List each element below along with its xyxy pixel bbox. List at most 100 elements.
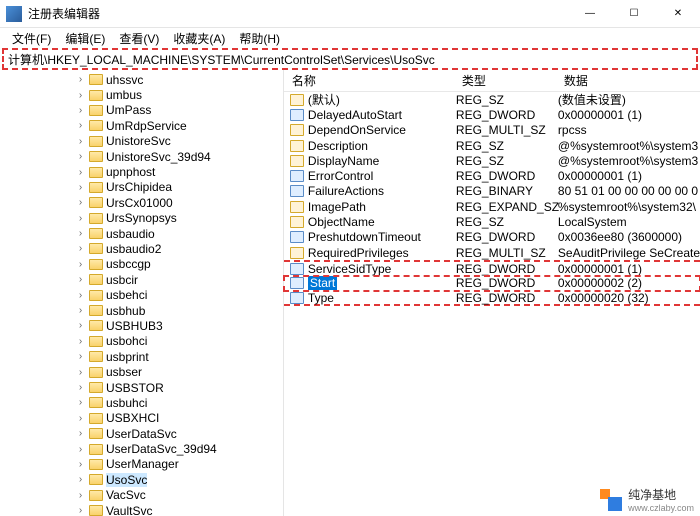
menu-item[interactable]: 查看(V)	[113, 30, 165, 47]
tree-item[interactable]: › usbser	[0, 364, 283, 379]
value-row[interactable]: DescriptionREG_SZ@%systemroot%\system3	[284, 138, 700, 153]
expand-icon[interactable]: ›	[75, 243, 86, 254]
expand-icon[interactable]: ›	[75, 428, 86, 439]
value-row[interactable]: ErrorControlREG_DWORD0x00000001 (1)	[284, 168, 700, 183]
tree-item[interactable]: ›usbohci	[0, 334, 283, 349]
tree-item[interactable]: ›usbuhci	[0, 395, 283, 410]
tree-item[interactable]: ›UserManager	[0, 457, 283, 472]
expand-icon[interactable]: ›	[75, 259, 86, 270]
tree-item[interactable]: ›VaultSvc	[0, 503, 283, 516]
expand-icon[interactable]: ›	[75, 105, 86, 116]
expand-icon[interactable]: ›	[75, 305, 86, 316]
tree-item[interactable]: ›usbprint	[0, 349, 283, 364]
tree-item[interactable]: ›UmPass	[0, 103, 283, 118]
address-bar[interactable]: 计算机\HKEY_LOCAL_MACHINE\SYSTEM\CurrentCon…	[2, 48, 698, 70]
tree-item[interactable]: ›USBHUB3	[0, 318, 283, 333]
value-data: 0x00000020 (32)	[556, 291, 700, 305]
expand-icon[interactable]: ›	[75, 274, 86, 285]
expand-icon[interactable]: ›	[75, 290, 86, 301]
tree-item[interactable]: ›umbus	[0, 87, 283, 102]
value-row[interactable]: (默认)REG_SZ(数值未设置)	[284, 92, 700, 107]
tree-item[interactable]: ›UserDataSvc_39d94	[0, 441, 283, 456]
value-data: (数值未设置)	[556, 91, 700, 108]
expand-icon[interactable]: ›	[75, 382, 86, 393]
tree-item[interactable]: ›usbaudio2	[0, 241, 283, 256]
menu-item[interactable]: 文件(F)	[6, 30, 57, 47]
tree-item[interactable]: ›UnistoreSvc	[0, 134, 283, 149]
expand-icon[interactable]: ›	[75, 136, 86, 147]
col-data[interactable]: 数据	[556, 72, 700, 89]
value-row[interactable]: RequiredPrivilegesREG_MULTI_SZSeAuditPri…	[284, 245, 700, 260]
value-row[interactable]: ImagePathREG_EXPAND_SZ%systemroot%\syste…	[284, 199, 700, 214]
value-row[interactable]: ServiceSidTypeREG_DWORD0x00000001 (1)	[284, 260, 700, 275]
value-row[interactable]: FailureActionsREG_BINARY80 51 01 00 00 0…	[284, 184, 700, 199]
value-name: ImagePath	[308, 200, 366, 214]
expand-icon[interactable]: ›	[75, 505, 86, 516]
tree-item[interactable]: ›usbehci	[0, 287, 283, 302]
tree-item[interactable]: ›UnistoreSvc_39d94	[0, 149, 283, 164]
value-type: REG_MULTI_SZ	[454, 123, 556, 137]
expand-icon[interactable]: ›	[75, 444, 86, 455]
value-type: REG_SZ	[454, 93, 556, 107]
expand-icon[interactable]: ›	[75, 413, 86, 424]
col-type[interactable]: 类型	[454, 72, 556, 89]
tree-item[interactable]: ›usbccgp	[0, 257, 283, 272]
expand-icon[interactable]: ›	[75, 120, 86, 131]
tree-item[interactable]: ›upnphost	[0, 164, 283, 179]
tree-item-label: UmRdpService	[106, 119, 187, 133]
tree-item[interactable]: ›uhssvc	[0, 72, 283, 87]
tree-item[interactable]: ›UrsSynopsys	[0, 211, 283, 226]
value-row[interactable]: PreshutdownTimeoutREG_DWORD0x0036ee80 (3…	[284, 230, 700, 245]
value-row[interactable]: StartREG_DWORD0x00000002 (2)	[284, 276, 700, 291]
value-row[interactable]: DelayedAutoStartREG_DWORD0x00000001 (1)	[284, 107, 700, 122]
tree-item[interactable]: ›USBSTOR	[0, 380, 283, 395]
expand-icon[interactable]: ›	[75, 320, 86, 331]
expand-icon[interactable]: ›	[75, 213, 86, 224]
expand-icon[interactable]: ›	[75, 167, 86, 178]
expand-icon[interactable]: ›	[75, 336, 86, 347]
value-row[interactable]: DependOnServiceREG_MULTI_SZrpcss	[284, 123, 700, 138]
value-row[interactable]: ObjectNameREG_SZLocalSystem	[284, 214, 700, 229]
titlebar: 注册表编辑器 — ☐ ✕	[0, 0, 700, 28]
expand-icon[interactable]: ›	[75, 228, 86, 239]
tree-item[interactable]: ›UsoSvc	[0, 472, 283, 487]
expand-icon[interactable]: ›	[75, 397, 86, 408]
tree-item[interactable]: › USBXHCI	[0, 411, 283, 426]
expand-icon[interactable]: ›	[75, 74, 86, 85]
value-row[interactable]: DisplayNameREG_SZ@%systemroot%\system3	[284, 153, 700, 168]
expand-icon[interactable]: ›	[75, 459, 86, 470]
expand-icon[interactable]: ›	[75, 490, 86, 501]
expand-icon[interactable]: ›	[75, 151, 86, 162]
tree-item[interactable]: › UrsChipidea	[0, 180, 283, 195]
value-row[interactable]: TypeREG_DWORD0x00000020 (32)	[284, 291, 700, 306]
tree-item[interactable]: › UmRdpService	[0, 118, 283, 133]
maximize-button[interactable]: ☐	[612, 0, 656, 28]
expand-icon[interactable]: ›	[75, 351, 86, 362]
tree-item[interactable]: ›UrsCx01000	[0, 195, 283, 210]
expand-icon[interactable]: ›	[75, 367, 86, 378]
tree-item-label: usbser	[106, 365, 142, 379]
tree-item-label: USBXHCI	[106, 411, 159, 425]
close-button[interactable]: ✕	[656, 0, 700, 28]
col-name[interactable]: 名称	[284, 72, 454, 89]
expand-icon[interactable]: ›	[75, 474, 86, 485]
tree-item[interactable]: › UserDataSvc	[0, 426, 283, 441]
menu-item[interactable]: 帮助(H)	[233, 30, 286, 47]
tree-item-label: UserDataSvc	[106, 427, 177, 441]
tree-item[interactable]: › usbhub	[0, 303, 283, 318]
values-pane[interactable]: 名称 类型 数据 (默认)REG_SZ(数值未设置)DelayedAutoSta…	[284, 70, 700, 516]
menu-item[interactable]: 收藏夹(A)	[167, 30, 231, 47]
tree-item[interactable]: ›usbcir	[0, 272, 283, 287]
folder-icon	[89, 336, 103, 347]
expand-icon[interactable]: ›	[75, 197, 86, 208]
tree-item[interactable]: ›VacSvc	[0, 488, 283, 503]
minimize-button[interactable]: —	[568, 0, 612, 28]
tree-item-label: usbhub	[106, 304, 145, 318]
tree-item-label: UrsChipidea	[106, 180, 172, 194]
tree-item[interactable]: ›usbaudio	[0, 226, 283, 241]
tree-pane[interactable]: ›uhssvc›umbus›UmPass›UmRdpService›Unisto…	[0, 70, 284, 516]
menu-item[interactable]: 编辑(E)	[59, 30, 111, 47]
value-data: 0x00000002 (2)	[556, 276, 700, 290]
expand-icon[interactable]: ›	[75, 90, 86, 101]
expand-icon[interactable]: ›	[75, 182, 86, 193]
